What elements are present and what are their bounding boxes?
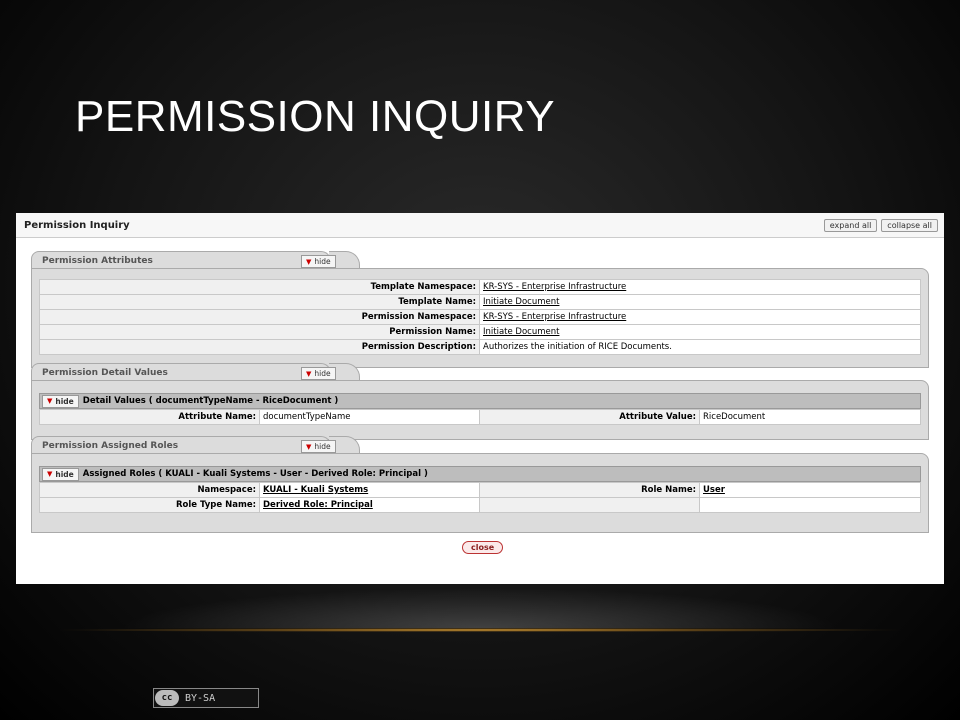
role-type-value: Derived Role: Principal — [259, 497, 480, 513]
hide-roles-button[interactable]: ▼ hide — [301, 440, 336, 453]
table-row: Permission Name: Initiate Document — [39, 324, 921, 340]
section-title-detail: Permission Detail Values — [42, 367, 168, 378]
table-row: Attribute Name: documentTypeName Attribu… — [39, 409, 921, 425]
roles-table: Namespace: KUALI - Kuali Systems Role Na… — [39, 482, 921, 513]
detail-subheader: ▼ hide Detail Values ( documentTypeName … — [39, 393, 921, 409]
collapse-all-button[interactable]: collapse all — [881, 218, 938, 232]
row-value: Initiate Document — [479, 324, 921, 340]
attribute-name-label: Attribute Name: — [39, 409, 260, 425]
role-type-label: Role Type Name: — [39, 497, 260, 513]
row-value: KR-SYS - Enterprise Infrastructure — [479, 279, 921, 295]
app-screenshot: Permission Inquiry expand all collapse a… — [16, 213, 944, 584]
triangle-down-icon: ▼ — [306, 442, 312, 451]
accent-glow-line — [60, 628, 900, 632]
detail-table: Attribute Name: documentTypeName Attribu… — [39, 409, 921, 425]
reflection-glow — [120, 588, 840, 628]
template-namespace-link[interactable]: KR-SYS - Enterprise Infrastructure — [483, 282, 626, 292]
empty-cell — [479, 497, 700, 513]
role-name-link[interactable]: User — [703, 485, 725, 495]
triangle-down-icon: ▼ — [306, 369, 312, 378]
role-name-label: Role Name: — [479, 482, 700, 498]
attribute-name-value: documentTypeName — [259, 409, 480, 425]
triangle-down-icon: ▼ — [47, 397, 53, 405]
hide-label: hide — [55, 396, 74, 406]
row-label: Permission Namespace: — [39, 309, 480, 325]
role-type-link[interactable]: Derived Role: Principal — [263, 500, 373, 510]
tab-permission-assigned-roles: Permission Assigned Roles — [31, 436, 331, 454]
attributes-table: Template Namespace: KR-SYS - Enterprise … — [39, 279, 921, 355]
role-name-value: User — [699, 482, 921, 498]
permission-namespace-link[interactable]: KR-SYS - Enterprise Infrastructure — [483, 312, 626, 322]
permission-name-link[interactable]: Initiate Document — [483, 327, 559, 337]
hide-label: hide — [314, 257, 331, 266]
template-name-link[interactable]: Initiate Document — [483, 297, 559, 307]
slide-title: PERMISSION INQUIRY — [75, 92, 556, 141]
roles-subheader: ▼ hide Assigned Roles ( KUALI - Kuali Sy… — [39, 466, 921, 482]
hide-attributes-button[interactable]: ▼ hide — [301, 255, 336, 268]
attribute-value-value: RiceDocument — [699, 409, 921, 425]
namespace-label: Namespace: — [39, 482, 260, 498]
row-label: Template Name: — [39, 294, 480, 310]
license-text: BY-SA — [185, 692, 216, 704]
roles-subheader-title: Assigned Roles ( KUALI - Kuali Systems -… — [82, 469, 428, 479]
row-label: Permission Name: — [39, 324, 480, 340]
page-title: Permission Inquiry — [24, 219, 130, 231]
section-title-roles: Permission Assigned Roles — [42, 440, 179, 451]
row-label: Template Namespace: — [39, 279, 480, 295]
cc-license-badge: cc BY-SA — [153, 688, 259, 708]
app-header: Permission Inquiry expand all collapse a… — [16, 213, 944, 238]
row-value: Authorizes the initiation of RICE Docume… — [479, 339, 921, 355]
close-button[interactable]: close — [462, 541, 504, 554]
expand-all-button[interactable]: expand all — [823, 218, 878, 232]
header-buttons: expand all collapse all — [823, 218, 938, 232]
row-value: KR-SYS - Enterprise Infrastructure — [479, 309, 921, 325]
table-row: Template Namespace: KR-SYS - Enterprise … — [39, 279, 921, 295]
hide-assigned-roles-button[interactable]: ▼ hide — [42, 467, 79, 481]
hide-detail-button[interactable]: ▼ hide — [301, 367, 336, 380]
table-row: Permission Description: Authorizes the i… — [39, 339, 921, 355]
section-title-attributes: Permission Attributes — [42, 255, 153, 266]
table-row: Role Type Name: Derived Role: Principal — [39, 497, 921, 513]
table-row: Permission Namespace: KR-SYS - Enterpris… — [39, 309, 921, 325]
hide-label: hide — [314, 442, 331, 451]
cc-icon: cc — [155, 690, 179, 706]
tab-container: Permission Attributes ▼ hide Template Na… — [31, 251, 929, 533]
triangle-down-icon: ▼ — [306, 257, 312, 266]
hide-label: hide — [314, 369, 331, 378]
detail-subheader-title: Detail Values ( documentTypeName - RiceD… — [82, 396, 339, 406]
namespace-link[interactable]: KUALI - Kuali Systems — [263, 485, 368, 495]
empty-cell — [699, 497, 921, 513]
table-row: Template Name: Initiate Document — [39, 294, 921, 310]
hide-label: hide — [55, 469, 74, 479]
namespace-value: KUALI - Kuali Systems — [259, 482, 480, 498]
row-label: Permission Description: — [39, 339, 480, 355]
row-value: Initiate Document — [479, 294, 921, 310]
tab-permission-detail-values: Permission Detail Values — [31, 363, 331, 381]
table-row: Namespace: KUALI - Kuali Systems Role Na… — [39, 482, 921, 498]
hide-detail-values-button[interactable]: ▼ hide — [42, 394, 79, 408]
tab-permission-attributes: Permission Attributes — [31, 251, 331, 269]
attribute-value-label: Attribute Value: — [479, 409, 700, 425]
triangle-down-icon: ▼ — [47, 470, 53, 478]
